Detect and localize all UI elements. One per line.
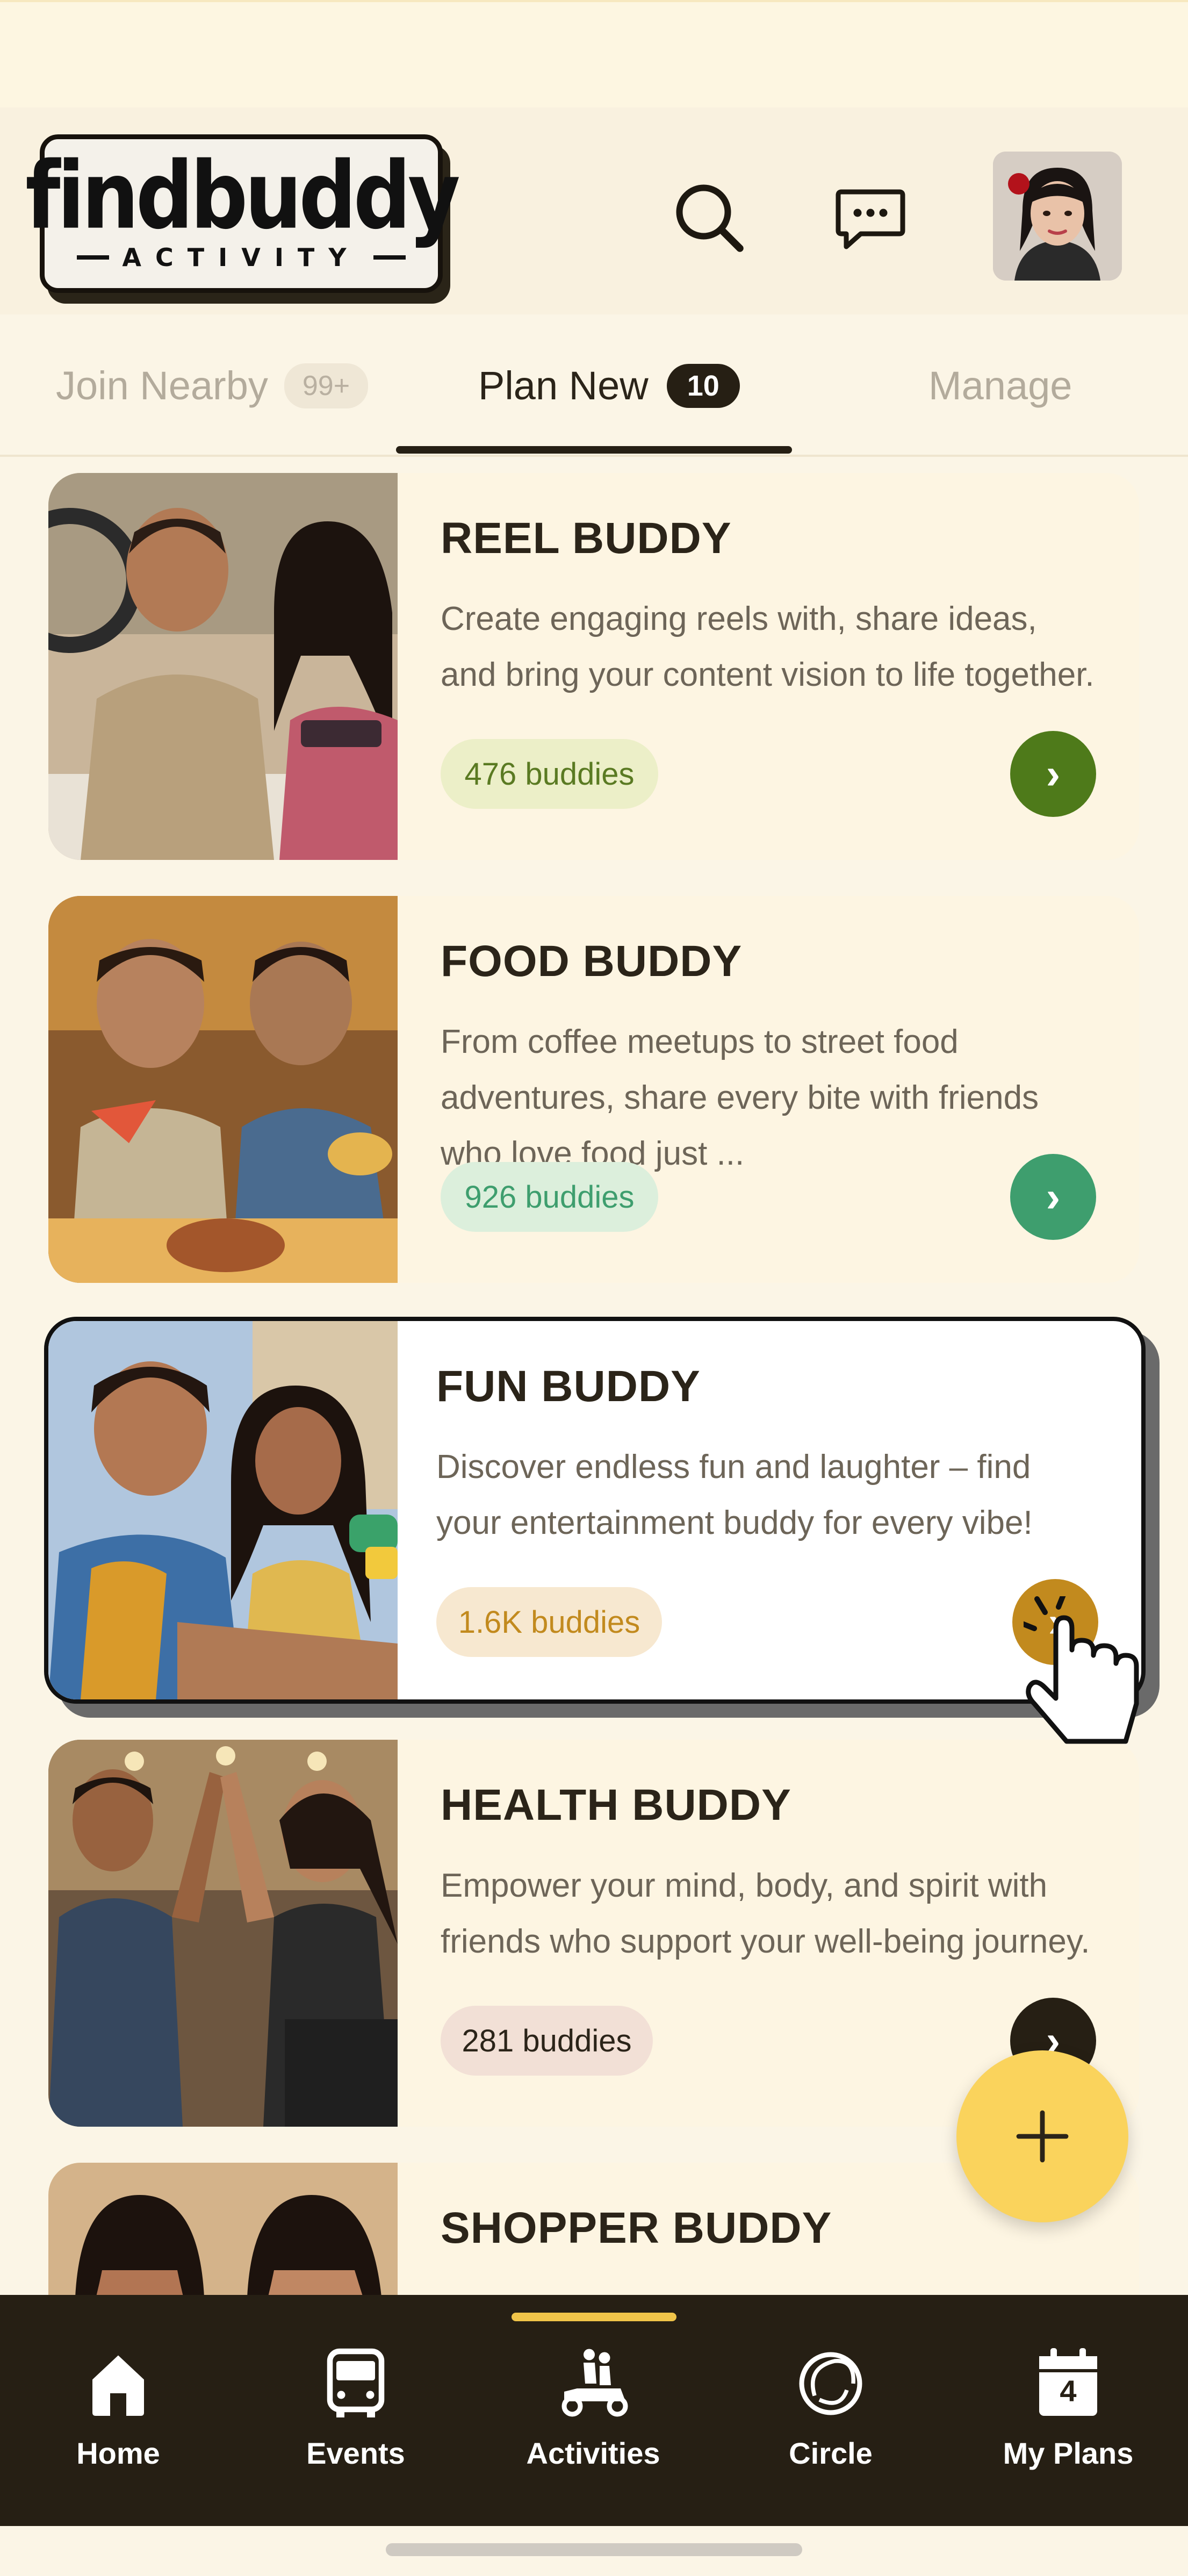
add-plan-button[interactable] — [956, 2050, 1128, 2222]
user-avatar[interactable] — [993, 152, 1122, 281]
status-bar — [0, 0, 1188, 107]
activity-card-reel[interactable]: REEL BUDDY Create engaging reels with, s… — [48, 473, 1139, 860]
bus-icon — [327, 2348, 385, 2417]
logo-title: findbuddy — [25, 142, 460, 250]
nav-label: My Plans — [1003, 2436, 1134, 2470]
activity-card-fun[interactable]: FUN BUDDY Discover endless fun and laugh… — [44, 1317, 1146, 1704]
tab-manage[interactable]: Manage — [928, 314, 1072, 457]
active-tab-indicator — [396, 446, 792, 454]
card-description: Discover endless fun and laughter – find… — [436, 1448, 1033, 1541]
activity-card-food[interactable]: FOOD BUDDY From coffee meetups to street… — [48, 896, 1139, 1283]
card-title: SHOPPER BUDDY — [441, 2204, 832, 2252]
card-content: FOOD BUDDY From coffee meetups to street… — [441, 896, 1096, 1283]
nav-label: Home — [76, 2436, 160, 2470]
nav-events[interactable]: Events — [237, 2343, 474, 2505]
pointer-cursor-icon — [1018, 1591, 1163, 1757]
card-description: Create engaging reels with, share ideas,… — [441, 600, 1095, 693]
nav-label: Events — [306, 2436, 405, 2470]
home-icon — [92, 2355, 144, 2416]
card-content: FUN BUDDY Discover endless fun and laugh… — [436, 1321, 1098, 1699]
card-photo — [48, 1321, 398, 1699]
buddies-count-badge: 926 buddies — [441, 1162, 658, 1232]
tab-label: Join Nearby — [56, 363, 268, 408]
nav-circle[interactable]: Circle — [712, 2343, 949, 2505]
buddies-count-badge: 281 buddies — [441, 2006, 653, 2076]
card-description: Empower your mind, body, and spirit with… — [441, 1867, 1090, 1960]
home-indicator — [386, 2543, 802, 2556]
search-icon[interactable] — [666, 175, 752, 261]
chat-bubble-icon[interactable] — [827, 175, 913, 261]
card-photo — [48, 473, 398, 860]
nav-home[interactable]: Home — [0, 2343, 236, 2505]
calendar-icon: 4 — [1028, 2343, 1108, 2424]
nav-my-plans[interactable]: 4 My Plans — [950, 2343, 1186, 2505]
buddies-count-badge: 476 buddies — [441, 739, 658, 809]
card-photo — [48, 1740, 398, 2127]
nav-activities[interactable]: Activities — [475, 2343, 711, 2505]
plus-icon — [1016, 2110, 1069, 2163]
card-title: HEALTH BUDDY — [441, 1781, 791, 1829]
buddies-count-badge: 1.6K buddies — [436, 1587, 662, 1657]
circle-swirl-icon — [799, 2352, 862, 2415]
scooter-icon — [561, 2349, 628, 2417]
activity-card-health[interactable]: HEALTH BUDDY Empower your mind, body, an… — [48, 1740, 1139, 2127]
tab-join-nearby[interactable]: Join Nearby 99+ — [56, 314, 369, 457]
app-logo[interactable]: findbuddy ACTIVITY — [25, 134, 460, 293]
card-title: FOOD BUDDY — [441, 937, 743, 986]
nav-label: Circle — [789, 2436, 873, 2470]
card-photo — [48, 896, 398, 1283]
tab-badge: 99+ — [284, 363, 369, 408]
card-content: REEL BUDDY Create engaging reels with, s… — [441, 473, 1096, 860]
tab-plan-new[interactable]: Plan New 10 — [478, 314, 740, 457]
chevron-right-icon[interactable]: › — [1010, 731, 1096, 817]
card-title: FUN BUDDY — [436, 1362, 701, 1411]
chevron-right-icon[interactable]: › — [1010, 1154, 1096, 1240]
card-title: REEL BUDDY — [441, 514, 732, 563]
tab-label: Manage — [928, 363, 1072, 408]
tab-badge: 10 — [666, 363, 740, 408]
tab-label: Plan New — [478, 363, 649, 408]
calendar-date: 4 — [1060, 2374, 1077, 2408]
card-description: From coffee meetups to street food adven… — [441, 1023, 1039, 1172]
active-nav-indicator — [512, 2313, 676, 2321]
nav-label: Activities — [526, 2436, 660, 2470]
